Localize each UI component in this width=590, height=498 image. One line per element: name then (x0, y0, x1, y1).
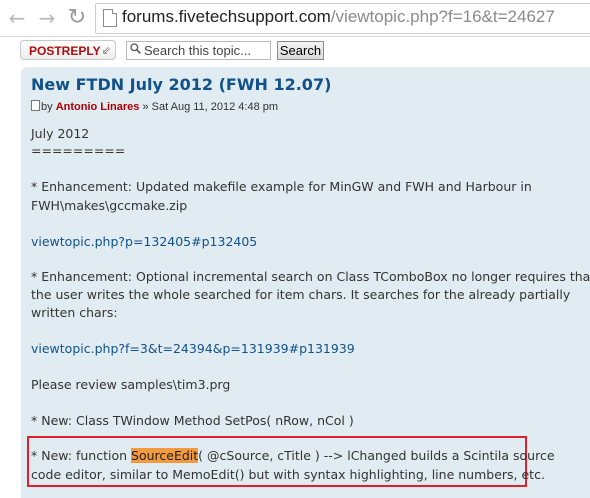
post-line: ========= (31, 143, 126, 158)
post-link[interactable]: viewtopic.php?p=132405#p132405 (31, 232, 257, 251)
url-text[interactable]: forums.fivetechsupport.com/viewtopic.php… (122, 6, 555, 28)
post-reply-label: POSTREPLY (29, 44, 101, 58)
line-prefix: * New: function (31, 448, 132, 463)
by-label: by (41, 101, 53, 113)
reload-icon[interactable]: ↻ (66, 7, 88, 29)
search-topic-box[interactable] (126, 41, 271, 60)
post-reply-button[interactable]: POSTREPLY ⇙ (20, 40, 116, 60)
url-host: forums.fivetechsupport.com (122, 7, 331, 26)
search-icon (130, 43, 141, 54)
post-line-highlighted: * New: function SourceEdit( @cSource, cT… (31, 446, 555, 465)
author-link[interactable]: Antonio Linares (56, 101, 140, 113)
forward-arrow-icon[interactable]: → (36, 7, 58, 29)
post-line: * Enhancement: Optional incremental sear… (31, 269, 590, 284)
address-bar[interactable]: forums.fivetechsupport.com/viewtopic.php… (95, 3, 590, 34)
post-link[interactable]: viewtopic.php?f=3&t=24394&p=131939#p1319… (31, 339, 355, 358)
post-line: code editor, similar to MemoEdit() but w… (31, 467, 545, 482)
browser-toolbar: ← → ↻ forums.fivetechsupport.com/viewtop… (0, 0, 590, 37)
search-input[interactable] (144, 43, 268, 58)
search-button[interactable]: Search (277, 41, 324, 60)
line-suffix: ( @cSource, cTitle ) --> lChanged builds… (198, 448, 555, 463)
forum-post: New FTDN July 2012 (FWH 12.07) by Antoni… (21, 67, 590, 498)
post-line: Please review samples\tim3.prg (31, 377, 231, 392)
back-arrow-icon[interactable]: ← (6, 7, 28, 29)
post-line: written chars: (31, 305, 118, 320)
highlighted-term: SourceEdit (131, 448, 199, 463)
post-author-line: by Antonio Linares » Sat Aug 11, 2012 4:… (31, 100, 278, 113)
post-line: FWH\makes\gccmake.zip (31, 198, 188, 213)
page-icon (103, 9, 117, 27)
post-date: » Sat Aug 11, 2012 4:48 pm (142, 101, 279, 113)
post-line: * New: Class TWindow Method SetPos( nRow… (31, 413, 354, 428)
post-icon (31, 100, 40, 111)
topic-action-bar: POSTREPLY ⇙ Search (0, 37, 590, 65)
reply-arrow-icon: ⇙ (101, 45, 111, 57)
url-path: /viewtopic.php?f=16&t=24627 (330, 7, 555, 26)
post-line: the user writes the whole searched for i… (31, 287, 571, 302)
post-line: * Enhancement: Updated makefile example … (31, 179, 532, 194)
post-title[interactable]: New FTDN July 2012 (FWH 12.07) (31, 75, 331, 94)
